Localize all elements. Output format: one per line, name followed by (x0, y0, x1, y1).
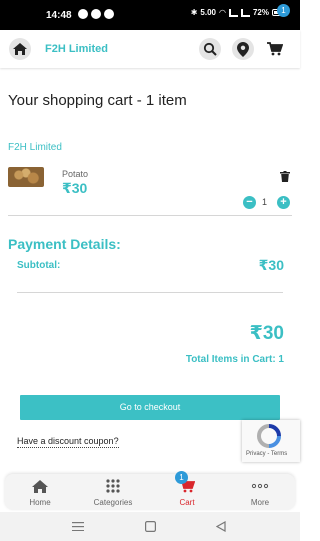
nav-cart-label: Cart (179, 498, 195, 507)
minus-icon: − (246, 196, 253, 208)
home-button[interactable] (9, 38, 31, 60)
checkout-button[interactable]: Go to checkout (20, 395, 280, 420)
increase-quantity-button[interactable]: + (277, 196, 290, 209)
home-icon (30, 478, 50, 494)
location-pin-icon (237, 41, 249, 57)
nav-home[interactable]: Home (10, 474, 70, 510)
system-nav-bar (0, 512, 300, 541)
signal-icon (228, 8, 238, 17)
more-dots-icon (250, 478, 270, 494)
cart-icon (267, 42, 283, 56)
home-icon (13, 43, 27, 55)
signal-icon (240, 8, 250, 17)
search-button[interactable] (199, 38, 221, 60)
search-icon (203, 42, 217, 56)
nav-categories-label: Categories (93, 498, 133, 507)
subtotal-label: Subtotal: (17, 260, 61, 271)
product-image[interactable] (8, 167, 44, 187)
divider (8, 215, 292, 216)
notification-icons (78, 9, 114, 19)
nav-more[interactable]: More (230, 474, 290, 510)
wifi-icon: ◠ (219, 8, 226, 17)
recaptcha-icon (256, 424, 281, 448)
notification-icon (91, 9, 101, 19)
trash-icon (280, 170, 290, 182)
notification-icon (78, 9, 88, 19)
header-cart-badge: 1 (277, 4, 290, 17)
status-bar: 14:48 ✱ 5.00 ◠ 72% (0, 0, 300, 30)
status-time: 14:48 (46, 10, 72, 21)
nav-cart-badge: 1 (175, 471, 188, 484)
recaptcha-badge[interactable]: Privacy - Terms (242, 420, 300, 462)
discount-coupon-link[interactable]: Have a discount coupon? (17, 436, 119, 448)
bluetooth-icon: ✱ (190, 8, 198, 17)
total-items-in-cart: Total Items in Cart: 1 (185, 354, 284, 365)
location-button[interactable] (232, 38, 254, 60)
decrease-quantity-button[interactable]: − (243, 196, 256, 209)
seller-name[interactable]: F2H Limited (8, 142, 62, 153)
page-title: Your shopping cart - 1 item (8, 92, 187, 109)
product-name[interactable]: Potato (62, 169, 88, 179)
menu-icon (72, 521, 84, 531)
total-value: ₹30 (249, 323, 284, 344)
plus-icon: + (280, 196, 287, 208)
nav-home-label: Home (29, 498, 51, 507)
app-header: F2H Limited (0, 30, 300, 68)
nav-categories[interactable]: Categories (83, 474, 143, 510)
bottom-nav: Home Categories Cart More (5, 474, 295, 510)
network-speed: 5.00 (200, 8, 216, 17)
grid-icon (103, 478, 123, 494)
product-price: ₹30 (62, 180, 88, 196)
notification-icon (104, 9, 114, 19)
payment-details-title: Payment Details: (8, 236, 121, 252)
recent-apps-button[interactable] (71, 520, 85, 532)
header-cart-button[interactable] (265, 39, 285, 59)
delete-item-button[interactable] (279, 170, 291, 182)
back-triangle-icon (216, 520, 226, 532)
divider (17, 292, 283, 293)
system-back-button[interactable] (214, 520, 228, 532)
nav-more-label: More (250, 498, 270, 507)
quantity-value: 1 (262, 197, 268, 207)
square-icon (144, 520, 156, 532)
system-home-button[interactable] (143, 520, 157, 532)
subtotal-value: ₹30 (258, 257, 284, 273)
recaptcha-privacy-terms[interactable]: Privacy - Terms (246, 451, 287, 457)
status-right: ✱ 5.00 ◠ 72% (191, 8, 286, 17)
battery-level: 72% (252, 8, 269, 17)
brand-name[interactable]: F2H Limited (45, 43, 108, 55)
